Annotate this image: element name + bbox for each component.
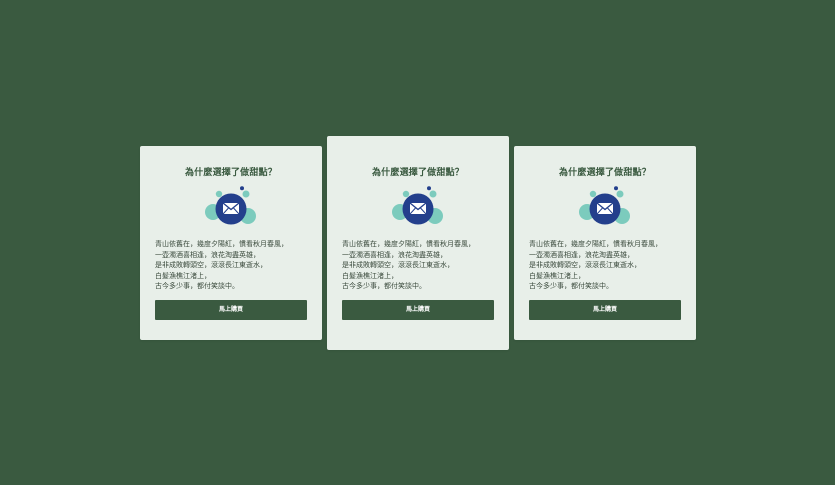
description-line: 古今多少事，都付笑談中。 [155, 282, 239, 290]
description-line: 一壺濁酒喜相逢，浪花淘盡英雄， [155, 250, 260, 259]
description-line: 白髮漁樵江渚上， [529, 271, 585, 280]
description-line: 古今多少事，都付笑談中。 [342, 282, 426, 290]
description-line: 是非成敗轉頭空，滾滾長江東逝水， [342, 261, 454, 269]
card-title: 為什麼選擇了做甜點？ [558, 168, 651, 178]
mail-icon [205, 186, 256, 225]
description-line: 青山依舊在，幾度夕陽紅，慣看秋月春風， [155, 240, 288, 248]
product-card: 為什麼選擇了做甜點？ 青山依舊在，幾度夕陽紅，慣看秋月春風， 一壺濁酒喜相逢，浪… [514, 146, 696, 340]
mail-icon [579, 186, 630, 225]
card-title: 為什麼選擇了做甜點？ [184, 168, 277, 178]
buy-now-button[interactable]: 馬上購買 [342, 300, 494, 320]
buy-now-button[interactable]: 馬上購買 [529, 300, 681, 320]
description-line: 古今多少事，都付笑談中。 [529, 282, 613, 290]
card-title: 為什麼選擇了做甜點？ [371, 168, 464, 178]
description-line: 是非成敗轉頭空，滾滾長江東逝水， [529, 261, 641, 269]
card-description: 青山依舊在，幾度夕陽紅，慣看秋月春風， 一壺濁酒喜相逢，浪花淘盡英雄， 是非成敗… [155, 239, 312, 292]
description-line: 青山依舊在，幾度夕陽紅，慣看秋月春風， [529, 240, 662, 248]
description-line: 白髮漁樵江渚上， [155, 271, 211, 280]
description-line: 一壺濁酒喜相逢，浪花淘盡英雄， [342, 250, 447, 259]
description-line: 白髮漁樵江渚上， [342, 271, 398, 280]
product-card: 為什麼選擇了做甜點？ 青山依舊在，幾度夕陽紅，慣看秋月春風， 一壺濁酒喜相逢，浪… [140, 146, 322, 340]
mail-icon [392, 186, 443, 225]
description-line: 是非成敗轉頭空，滾滾長江東逝水， [155, 261, 267, 269]
description-line: 青山依舊在，幾度夕陽紅，慣看秋月春風， [342, 240, 475, 248]
description-line: 一壺濁酒喜相逢，浪花淘盡英雄， [529, 250, 634, 259]
card-description: 青山依舊在，幾度夕陽紅，慣看秋月春風， 一壺濁酒喜相逢，浪花淘盡英雄， 是非成敗… [342, 239, 499, 292]
card-description: 青山依舊在，幾度夕陽紅，慣看秋月春風， 一壺濁酒喜相逢，浪花淘盡英雄， 是非成敗… [529, 239, 686, 292]
buy-now-button[interactable]: 馬上購買 [155, 300, 307, 320]
product-card: 為什麼選擇了做甜點？ 青山依舊在，幾度夕陽紅，慣看秋月春風， 一壺濁酒喜相逢，浪… [327, 136, 509, 350]
